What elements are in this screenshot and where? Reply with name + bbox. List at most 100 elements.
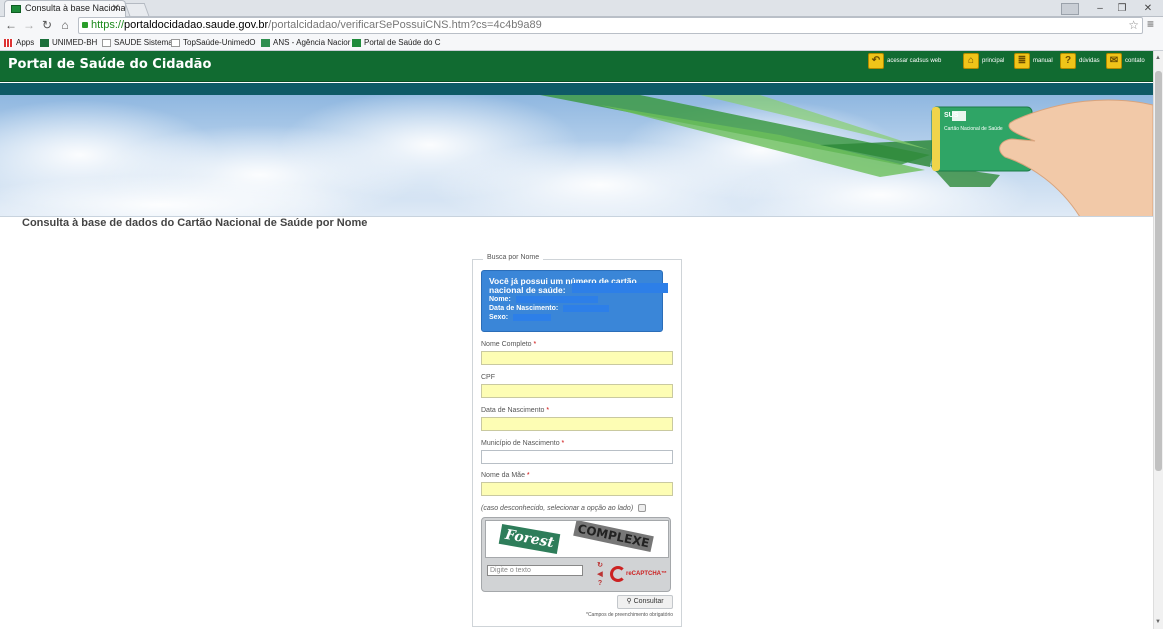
notice-sexo-label: Sexo: bbox=[489, 314, 509, 321]
page-scrollbar[interactable]: ▲ ▼ bbox=[1153, 51, 1163, 629]
bookmark-portal-saude[interactable]: Portal de Saúde do C bbox=[352, 37, 441, 49]
recaptcha-circle-icon bbox=[610, 566, 626, 582]
home-icon: ⌂ bbox=[963, 53, 979, 69]
bookmark-unimed-bh[interactable]: UNIMED-BH bbox=[40, 37, 97, 49]
cadsus-link[interactable]: ↶ acessar cadsus web bbox=[868, 53, 941, 69]
data-nascimento-field[interactable] bbox=[481, 417, 673, 431]
captcha-image: Forest COMPLEXE bbox=[485, 520, 669, 558]
principal-link-label: principal bbox=[982, 58, 1005, 64]
nome-completo-field[interactable] bbox=[481, 351, 673, 365]
browser-tab[interactable]: Consulta à base Nacional ✕ bbox=[4, 0, 126, 17]
notice-nome-label: Nome: bbox=[489, 296, 511, 303]
portal-favicon-icon bbox=[352, 39, 361, 47]
url-host: portaldocidadao.saude.gov.br bbox=[124, 19, 269, 31]
scroll-up-icon[interactable]: ▲ bbox=[1155, 55, 1161, 61]
captcha-word-2: COMPLEXE bbox=[573, 521, 654, 553]
captcha-input[interactable]: Digite o texto bbox=[487, 565, 583, 576]
nome-mae-field[interactable] bbox=[481, 482, 673, 496]
mae-unknown-checkbox[interactable] bbox=[638, 504, 647, 512]
minimize-icon[interactable]: – bbox=[1089, 2, 1111, 16]
scrollbar-thumb[interactable] bbox=[1155, 71, 1162, 471]
principal-link[interactable]: ⌂ principal bbox=[963, 53, 1004, 69]
header-strip bbox=[0, 83, 1153, 95]
existing-card-notice: Você já possui um número de cartão nacio… bbox=[481, 270, 668, 332]
captcha-tools: ↻ ◀ ? bbox=[595, 561, 605, 588]
notice-row-nome: Nome: bbox=[489, 283, 668, 304]
duvidas-link-label: dúvidas bbox=[1079, 58, 1100, 64]
required-footnote: *Campos de preenchimento obrigatório bbox=[586, 612, 673, 618]
ans-favicon-icon bbox=[261, 39, 270, 47]
cpf-field[interactable] bbox=[481, 384, 673, 398]
bookmark-label: TopSaúde-UnimedO bbox=[183, 38, 256, 47]
notice-nascimento-label: Data de Nascimento: bbox=[489, 305, 559, 312]
unimed-favicon-icon bbox=[40, 39, 49, 47]
bookmark-ans[interactable]: ANS - Agência Nacior bbox=[261, 37, 350, 49]
new-tab-button[interactable] bbox=[124, 3, 150, 16]
url-scheme: https:// bbox=[91, 19, 125, 31]
envelope-icon: ✉ bbox=[1106, 53, 1122, 69]
recaptcha-logo-text: reCAPTCHA™ bbox=[626, 571, 668, 577]
browser-menu-icon[interactable]: ≡ bbox=[1147, 17, 1159, 31]
card-brand: SUS bbox=[944, 112, 959, 119]
mae-unknown-text: (caso desconhecido, selecionar a opção a… bbox=[481, 504, 634, 512]
bookmark-saude-sistema[interactable]: SAUDE Sistema bbox=[102, 37, 173, 49]
redacted-birthdate bbox=[563, 304, 610, 312]
site-header: Portal de Saúde do Cidadão ↶ acessar cad… bbox=[0, 51, 1153, 82]
redacted-card-number bbox=[572, 283, 668, 293]
bookmark-label: SAUDE Sistema bbox=[114, 38, 173, 47]
municipio-label: Município de Nascimento * bbox=[481, 440, 565, 447]
consultar-label: Consultar bbox=[633, 598, 664, 605]
bookmark-apps[interactable]: Apps bbox=[4, 37, 34, 49]
forward-arrow-icon[interactable]: → bbox=[22, 18, 36, 32]
consultar-button[interactable]: ⚲ Consultar bbox=[617, 595, 673, 609]
arrow-back-icon: ↶ bbox=[868, 53, 884, 69]
mae-unknown-option: (caso desconhecido, selecionar a opção a… bbox=[481, 504, 647, 512]
bookmark-star-icon[interactable]: ☆ bbox=[1128, 18, 1139, 33]
page-icon bbox=[171, 39, 180, 47]
search-icon: ⚲ bbox=[626, 598, 632, 605]
recaptcha-widget: Forest COMPLEXE Digite o texto ↻ ◀ ? reC… bbox=[481, 517, 671, 592]
restore-icon[interactable]: ❐ bbox=[1111, 2, 1133, 16]
browser-tab-bar: Consulta à base Nacional ✕ – ❐ ✕ bbox=[0, 0, 1163, 17]
help-icon[interactable]: ? bbox=[595, 579, 605, 588]
reload-icon[interactable]: ↻ bbox=[40, 18, 54, 32]
scroll-down-icon[interactable]: ▼ bbox=[1155, 619, 1161, 625]
contato-link-label: contato bbox=[1125, 58, 1145, 64]
refresh-icon[interactable]: ↻ bbox=[595, 561, 605, 570]
nascimento-label: Data de Nascimento * bbox=[481, 407, 550, 414]
manual-link[interactable]: ≣ manual bbox=[1014, 53, 1053, 69]
tab-close-icon[interactable]: ✕ bbox=[112, 1, 120, 16]
duvidas-link[interactable]: ? dúvidas bbox=[1060, 53, 1100, 69]
close-window-icon[interactable]: ✕ bbox=[1133, 2, 1163, 16]
browser-toolbar: ← → ↻ ⌂ https://portaldocidadao.saude.go… bbox=[0, 17, 1163, 35]
notice-row-nascimento: Data de Nascimento: bbox=[489, 304, 655, 313]
address-bar[interactable]: https://portaldocidadao.saude.gov.br/por… bbox=[78, 17, 1143, 34]
window-controls: – ❐ ✕ bbox=[1061, 0, 1163, 17]
user-profile-icon[interactable] bbox=[1061, 2, 1079, 15]
contato-link[interactable]: ✉ contato bbox=[1106, 53, 1145, 69]
home-icon[interactable]: ⌂ bbox=[58, 18, 72, 32]
bookmark-label: Apps bbox=[16, 38, 35, 47]
audio-icon[interactable]: ◀ bbox=[595, 570, 605, 579]
bookmark-label: Portal de Saúde do C bbox=[364, 38, 441, 47]
bookmark-topsaude[interactable]: TopSaúde-UnimedO bbox=[171, 37, 255, 49]
cpf-label: CPF bbox=[481, 374, 495, 381]
banner-illustration bbox=[0, 95, 1153, 216]
redacted-name bbox=[515, 295, 598, 303]
bookmark-label: ANS - Agência Nacior bbox=[273, 38, 351, 47]
municipio-field[interactable] bbox=[481, 450, 673, 464]
lock-icon bbox=[82, 22, 88, 28]
manual-link-label: manual bbox=[1033, 58, 1053, 64]
bookmarks-bar: Apps UNIMED-BH SAUDE Sistema TopSaúde-Un… bbox=[0, 35, 1163, 51]
cadsus-link-label: acessar cadsus web bbox=[887, 58, 942, 64]
nome-label: Nome Completo * bbox=[481, 341, 537, 348]
question-icon: ? bbox=[1060, 53, 1076, 69]
page-title: Consulta à base de dados do Cartão Nacio… bbox=[22, 217, 368, 229]
captcha-word-1: Forest bbox=[498, 524, 561, 554]
mae-label: Nome da Mãe * bbox=[481, 472, 530, 479]
page-icon bbox=[102, 39, 111, 47]
form-legend: Busca por Nome bbox=[483, 254, 544, 261]
bookmark-label: UNIMED-BH bbox=[52, 38, 98, 47]
back-arrow-icon[interactable]: ← bbox=[4, 18, 18, 32]
card-title: Cartão Nacional de Saúde bbox=[944, 126, 1003, 132]
